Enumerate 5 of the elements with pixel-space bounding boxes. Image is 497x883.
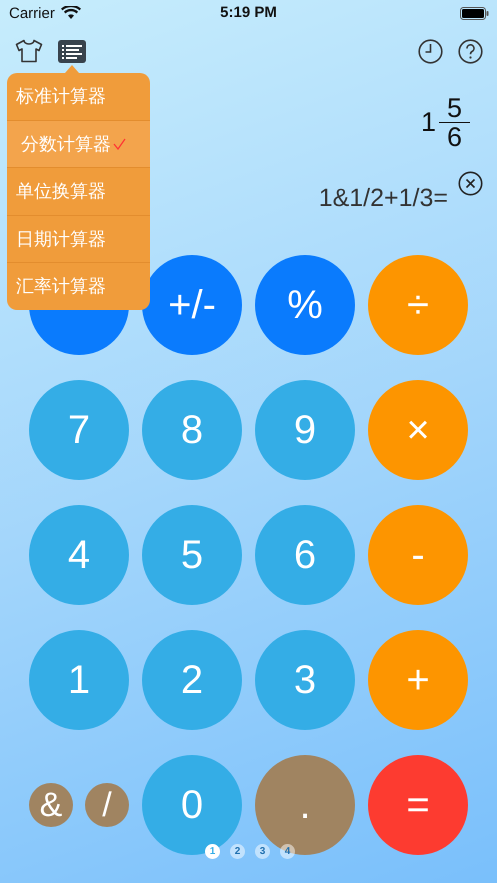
- expression-text: 1&1/2+1/3=: [318, 184, 448, 213]
- status-time: 5:19 PM: [220, 4, 277, 21]
- carrier-name: Carrier: [9, 4, 55, 22]
- result-whole: 1: [420, 107, 436, 138]
- result-fraction: 5 6: [436, 94, 473, 151]
